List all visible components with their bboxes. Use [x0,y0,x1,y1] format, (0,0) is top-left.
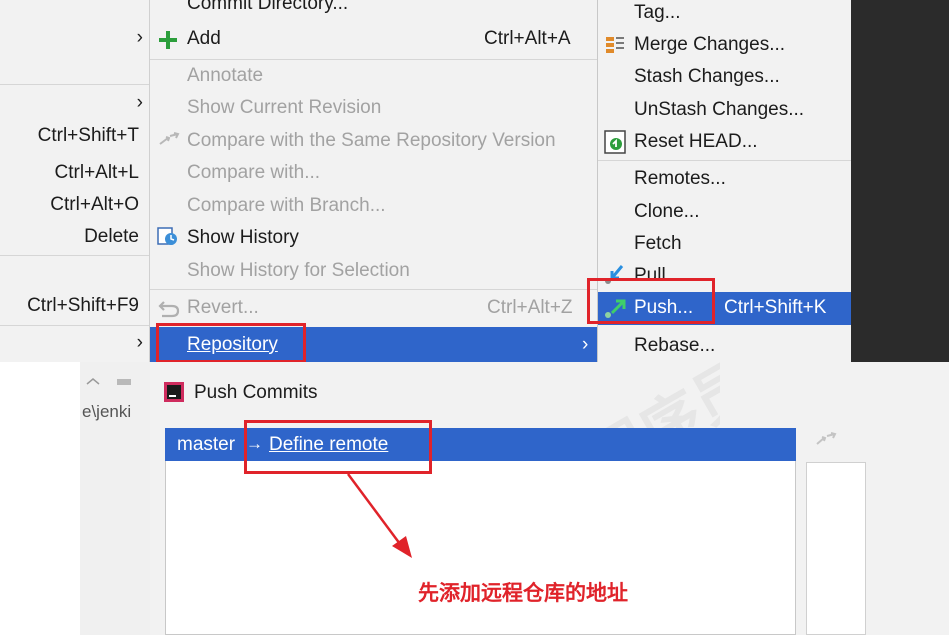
menu-shortcut-revert: Ctrl+Alt+Z [487,297,573,318]
menu-item-compare-with-branch[interactable]: Compare with Branch... [187,190,386,222]
parent-menu: › › Ctrl+Shift+T Ctrl+Alt+L Ctrl+Alt+O D… [0,0,149,362]
menu-item-revert[interactable]: Revert... [187,292,259,324]
menu-item-show-history[interactable]: Show History [187,222,299,254]
plus-icon [159,31,177,49]
dialog-title: Push Commits [194,382,318,403]
path-fragment: e\jenki [82,402,132,421]
compare-icon [159,132,180,145]
parent-menu-shortcut-optimize[interactable]: Ctrl+Alt+O [50,189,139,221]
menu-item-compare-same-repo-version[interactable]: Compare with the Same Repository Version [187,125,556,157]
annotation-text: 先添加远程仓库的地址 [418,582,628,605]
expand-icon[interactable] [815,432,837,448]
menu-separator [0,325,149,326]
merge-icon [606,37,624,53]
menu-item-clone[interactable]: Clone... [634,196,699,228]
menu-item-tag[interactable]: Tag... [634,0,680,29]
revert-icon [158,301,180,318]
menu-shortcut-push: Ctrl+Shift+K [724,297,827,318]
parent-menu-shortcut-reformat[interactable]: Ctrl+Alt+L [55,157,139,189]
menu-separator [0,255,149,256]
menu-separator [598,160,852,161]
menu-item-stash-changes[interactable]: Stash Changes... [634,61,780,93]
menu-item-reset-head[interactable]: Reset HEAD... [634,126,758,158]
parent-menu-arrow-2[interactable]: › [137,87,143,119]
menu-item-show-current-revision[interactable]: Show Current Revision [187,92,381,124]
chevron-right-icon: › [582,334,589,355]
reset-icon [604,130,626,154]
intellij-logo-icon [164,382,184,402]
menu-item-show-history-selection[interactable]: Show History for Selection [187,255,410,287]
background-window: e\jenki [80,362,150,635]
commit-details-panel [806,462,866,635]
toolbar-icons [86,378,131,385]
annotation-box-define-remote [244,420,432,474]
menu-shortcut-add: Ctrl+Alt+A [484,28,571,49]
annotation-box-push [587,278,715,324]
menu-item-add[interactable]: Add [187,23,221,55]
parent-menu-arrow-1[interactable]: › [137,22,143,54]
git-submenu: Commit Directory... Add Ctrl+Alt+A Annot… [149,0,598,362]
annotation-box-repository [156,323,306,362]
editor-background [851,0,949,362]
parent-menu-shortcut-compare[interactable]: Ctrl+Shift+T [38,120,139,152]
menu-item-rebase[interactable]: Rebase... [634,330,715,362]
push-commits-dialog-area: e\jenki Push Commits 黑马程序员 www.itheima.c… [0,362,949,635]
menu-item-fetch[interactable]: Fetch [634,228,682,260]
menu-item-annotate[interactable]: Annotate [187,60,263,92]
menu-item-compare-with[interactable]: Compare with... [187,157,320,189]
menu-item-commit-directory[interactable]: Commit Directory... [187,0,348,20]
parent-menu-delete[interactable]: Delete [84,221,139,253]
parent-menu-shortcut-ctrl-shift-f9[interactable]: Ctrl+Shift+F9 [27,290,139,322]
history-icon [157,227,177,245]
context-menu-area: › › Ctrl+Shift+T Ctrl+Alt+L Ctrl+Alt+O D… [0,0,949,362]
parent-menu-arrow-git[interactable]: › [137,327,143,359]
annotation-arrow [346,473,412,558]
branch-name: master [177,434,236,455]
menu-separator [150,289,598,290]
menu-item-unstash-changes[interactable]: UnStash Changes... [634,94,804,126]
menu-item-merge-changes[interactable]: Merge Changes... [634,29,785,61]
menu-separator [0,84,149,85]
menu-item-remotes[interactable]: Remotes... [634,163,726,195]
